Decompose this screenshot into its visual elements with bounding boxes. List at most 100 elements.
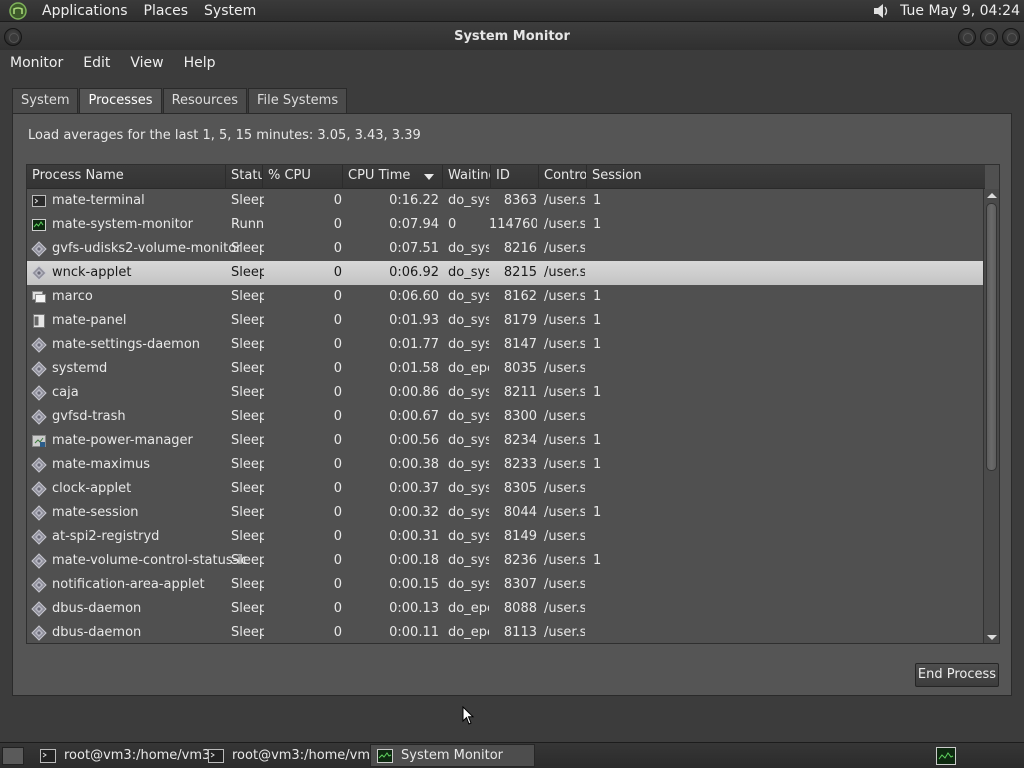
process-cpu: 0: [333, 553, 342, 568]
process-table: Process Name Statu % CPU CPU Time Waitin…: [26, 164, 1000, 644]
process-cpu-time: 0:06.60: [389, 289, 439, 304]
table-row[interactable]: mate-terminal Sleep 0 0:16.22 do_sys 8363/use…: [27, 189, 985, 213]
table-row[interactable]: mate-system-monitor Runn 0 0:07.94 0 114760/u…: [27, 213, 985, 237]
table-row[interactable]: mate-session Sleep 0 0:00.32 do_sys 8044/user…: [27, 501, 985, 525]
scroll-down-icon[interactable]: [987, 635, 997, 640]
process-id: 8088: [503, 601, 537, 616]
process-name: notification-area-applet: [52, 577, 205, 592]
window-titlebar[interactable]: System Monitor: [0, 22, 1024, 50]
taskbar-item-terminal-1[interactable]: root@vm3:/home/vm3: [34, 744, 210, 767]
process-status: Sleep: [231, 505, 264, 520]
system-menu[interactable]: System: [196, 3, 264, 19]
table-body: mate-terminal Sleep 0 0:16.22 do_sys 8363/use…: [27, 189, 985, 643]
process-control: /user.s: [544, 553, 585, 568]
table-row[interactable]: caja Sleep 0 0:00.86 do_sys 8211/user.s 1: [27, 381, 985, 405]
process-id: 8179: [503, 313, 537, 328]
scroll-up-icon[interactable]: [987, 193, 997, 198]
column-header-id[interactable]: ID: [491, 165, 539, 189]
process-name: systemd: [52, 361, 108, 376]
process-cpu: 0: [333, 337, 342, 352]
process-id: 8216: [503, 241, 537, 256]
table-row[interactable]: at-spi2-registryd Sleep 0 0:00.31 do_sys 8149…: [27, 525, 985, 549]
table-row[interactable]: clock-applet Sleep 0 0:00.37 do_sys 8305/user…: [27, 477, 985, 501]
process-id: 8305: [503, 481, 537, 496]
gear-icon: [31, 337, 47, 353]
taskbar-item-system-monitor[interactable]: System Monitor: [370, 744, 535, 767]
power-icon: [31, 433, 47, 449]
process-control: /user.s: [544, 409, 585, 424]
column-header-cpu[interactable]: % CPU: [263, 165, 343, 189]
table-row[interactable]: mate-panel Sleep 0 0:01.93 do_sys 8179/user.s…: [27, 309, 985, 333]
process-cpu: 0: [333, 241, 342, 256]
table-row[interactable]: mate-maximus Sleep 0 0:00.38 do_sys 8233/user…: [27, 453, 985, 477]
minimize-icon[interactable]: [958, 28, 976, 46]
places-menu[interactable]: Places: [136, 3, 197, 19]
maximize-icon[interactable]: [980, 28, 998, 46]
table-row[interactable]: gvfsd-trash Sleep 0 0:00.67 do_sys 8300/user.…: [27, 405, 985, 429]
tab-system[interactable]: System: [12, 88, 79, 114]
column-header-control[interactable]: Control: [539, 165, 587, 189]
show-desktop-icon[interactable]: [2, 747, 24, 765]
process-waiting: do_sys: [448, 385, 489, 400]
column-header-cpu-time-label: CPU Time: [348, 168, 411, 183]
close-icon[interactable]: [1002, 28, 1020, 46]
process-status: Runn: [231, 217, 264, 232]
process-session: 1: [593, 457, 602, 472]
menu-edit[interactable]: Edit: [73, 55, 120, 71]
process-session: 1: [593, 553, 602, 568]
process-waiting: do_epc: [448, 625, 489, 640]
gear-icon: [31, 505, 47, 521]
process-name: mate-volume-control-status-ic: [52, 553, 247, 568]
table-row[interactable]: mate-power-manager Sleep 0 0:00.56 do_sys 823…: [27, 429, 985, 453]
process-waiting: do_sys: [448, 577, 489, 592]
processes-panel: Load averages for the last 1, 5, 15 minu…: [12, 113, 1012, 696]
table-row[interactable]: systemd Sleep 0 0:01.58 do_epc 8035/user.s: [27, 357, 985, 381]
table-row[interactable]: gvfs-udisks2-volume-monitor Sleep 0 0:07.51…: [27, 237, 985, 261]
table-row[interactable]: dbus-daemon Sleep 0 0:00.13 do_epc 8088/user.…: [27, 597, 985, 621]
table-row[interactable]: dbus-daemon Sleep 0 0:00.11 do_epc 8113/user.…: [27, 621, 985, 643]
process-control: /user.s: [544, 313, 585, 328]
process-cpu: 0: [333, 457, 342, 472]
tab-file-systems[interactable]: File Systems: [247, 88, 348, 114]
gear-icon: [31, 409, 47, 425]
applications-menu[interactable]: Applications: [34, 3, 136, 19]
mate-logo-icon[interactable]: [8, 1, 28, 21]
tab-processes[interactable]: Processes: [79, 88, 162, 115]
process-cpu: 0: [333, 289, 342, 304]
process-cpu: 0: [333, 409, 342, 424]
table-row[interactable]: mate-settings-daemon Sleep 0 0:01.77 do_sys 8…: [27, 333, 985, 357]
table-row[interactable]: wnck-applet Sleep 0 0:06.92 do_sys 8215/user.…: [27, 261, 985, 285]
process-name: mate-maximus: [52, 457, 151, 472]
process-status: Sleep: [231, 265, 264, 280]
taskbar-item-terminal-2[interactable]: root@vm3:/home/vm3: [202, 744, 378, 767]
process-id: 8211: [503, 385, 537, 400]
process-status: Sleep: [231, 241, 264, 256]
window-menu-icon[interactable]: [4, 28, 22, 46]
column-header-process-name[interactable]: Process Name: [27, 165, 226, 189]
process-session: 1: [593, 217, 602, 232]
process-name: gvfsd-trash: [52, 409, 126, 424]
system-monitor-tray-icon[interactable]: [936, 747, 956, 765]
column-header-waiting[interactable]: Waiting: [443, 165, 491, 189]
process-cpu-time: 0:00.13: [389, 601, 439, 616]
menu-monitor[interactable]: Monitor: [0, 55, 73, 71]
table-row[interactable]: notification-area-applet Sleep 0 0:00.15 do_…: [27, 573, 985, 597]
table-row[interactable]: marco Sleep 0 0:06.60 do_sys 8162/user.s 1: [27, 285, 985, 309]
menu-help[interactable]: Help: [174, 55, 226, 71]
vertical-scrollbar[interactable]: [983, 189, 999, 643]
end-process-button[interactable]: End Process: [915, 663, 999, 687]
column-header-session[interactable]: Session: [587, 165, 985, 189]
scroll-thumb[interactable]: [986, 203, 997, 471]
volume-icon[interactable]: [870, 1, 892, 21]
process-cpu: 0: [333, 385, 342, 400]
process-waiting: do_sys: [448, 289, 489, 304]
table-row[interactable]: mate-volume-control-status-ic Sleep 0 0:00.…: [27, 549, 985, 573]
process-status: Sleep: [231, 361, 264, 376]
menu-view[interactable]: View: [120, 55, 173, 71]
column-header-status[interactable]: Statu: [226, 165, 263, 189]
column-header-cpu-time[interactable]: CPU Time: [343, 165, 443, 189]
process-session: 1: [593, 385, 602, 400]
tab-resources[interactable]: Resources: [162, 88, 247, 114]
clock[interactable]: Tue May 9, 04:24: [900, 3, 1024, 19]
process-cpu-time: 0:07.51: [389, 241, 439, 256]
